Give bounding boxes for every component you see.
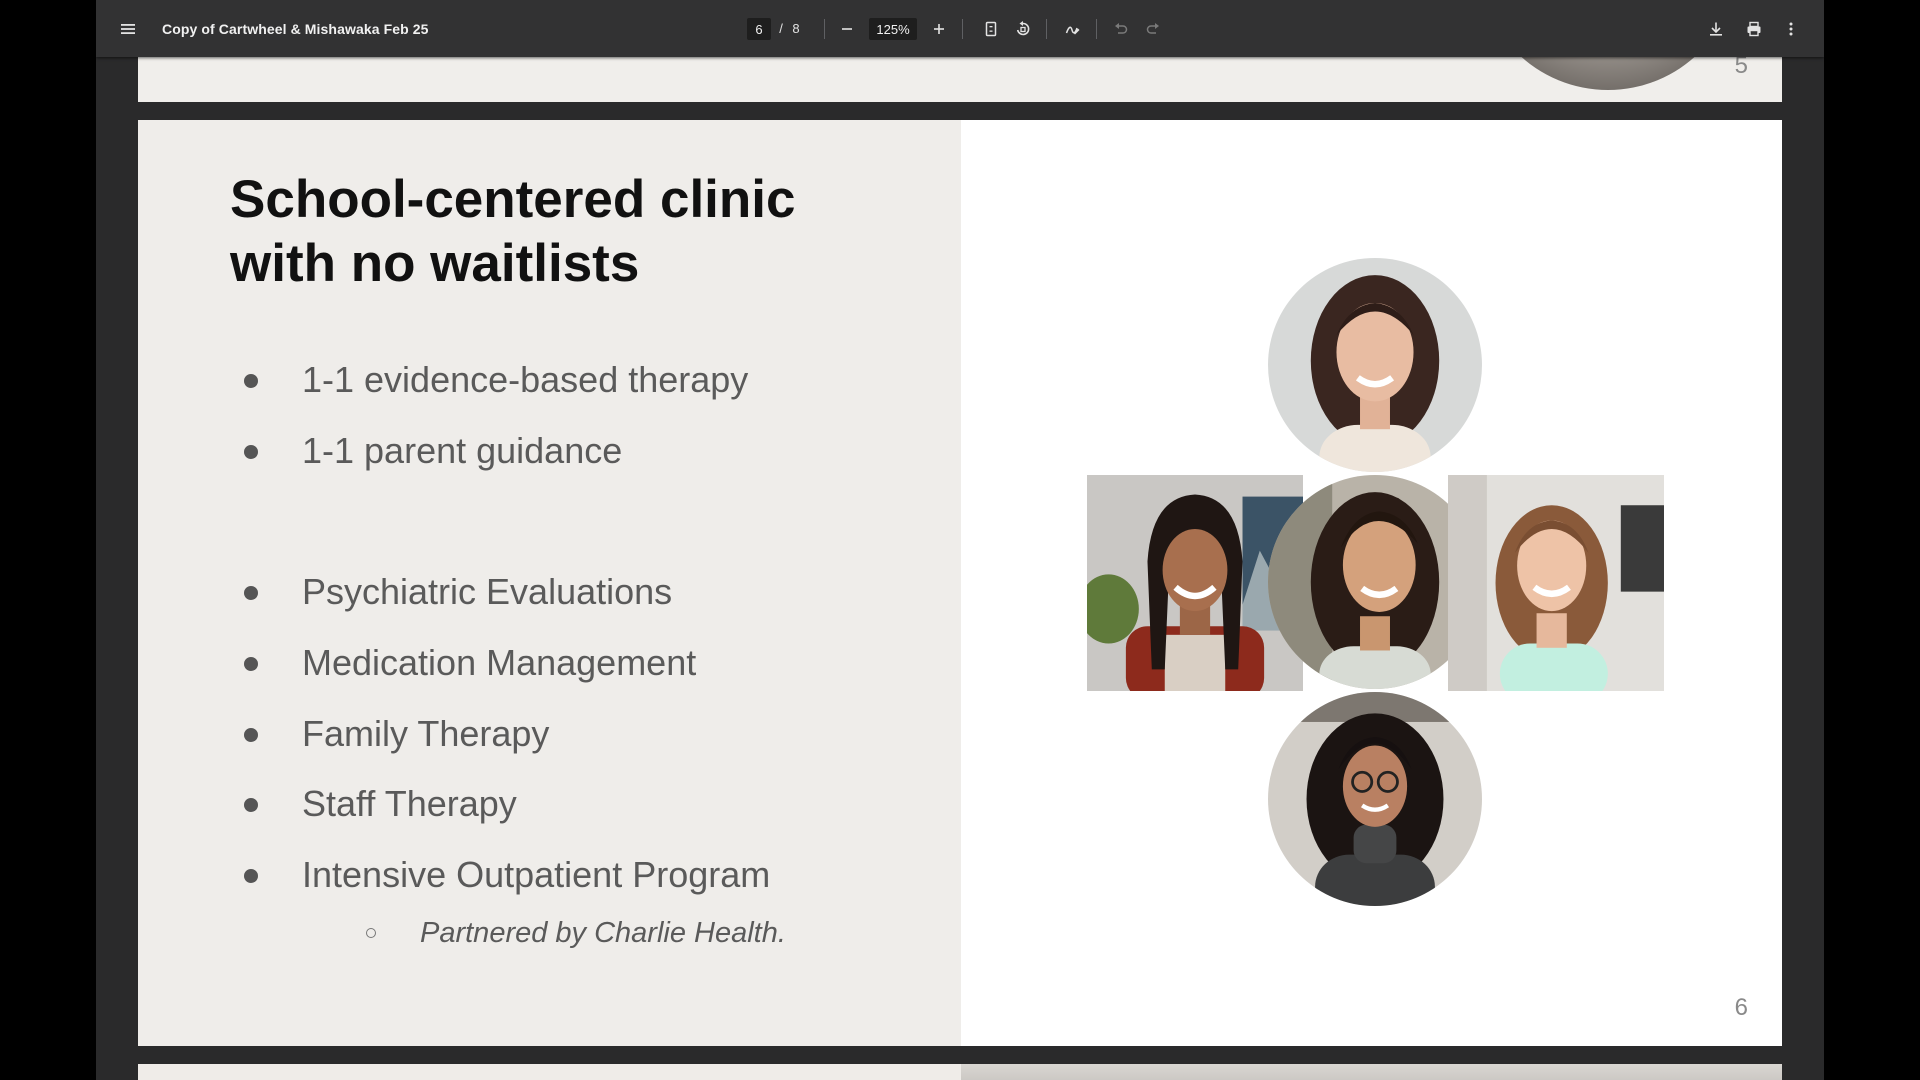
rotate-icon[interactable] bbox=[1008, 0, 1038, 57]
toolbar-divider bbox=[1046, 19, 1047, 39]
staff-photo-bottom bbox=[1268, 692, 1482, 906]
current-page-input[interactable]: 6 bbox=[747, 18, 771, 40]
undo-icon[interactable] bbox=[1106, 0, 1136, 57]
toolbar-divider bbox=[962, 19, 963, 39]
bullet-dot-icon bbox=[244, 869, 258, 883]
document-title: Copy of Cartwheel & Mishawaka Feb 25 bbox=[162, 20, 429, 37]
more-options-icon[interactable] bbox=[1776, 0, 1806, 57]
fit-page-icon[interactable] bbox=[976, 0, 1006, 57]
bullet-dot-icon bbox=[244, 798, 258, 812]
bullet-dot-icon bbox=[244, 445, 258, 459]
pdf-viewer: Copy of Cartwheel & Mishawaka Feb 25 6 /… bbox=[96, 0, 1824, 1080]
page-separator: / bbox=[779, 21, 783, 36]
page-7-image-peek bbox=[961, 1064, 1782, 1080]
pdf-page-7 bbox=[138, 1064, 1782, 1080]
viewer-toolbar: Copy of Cartwheel & Mishawaka Feb 25 6 /… bbox=[96, 0, 1824, 57]
staff-photo-top bbox=[1268, 258, 1482, 472]
slide-text-panel: School-centered clinic with no waitlists… bbox=[138, 120, 961, 1046]
zoom-in-icon[interactable] bbox=[924, 0, 954, 57]
zoom-level-input[interactable]: 125% bbox=[869, 18, 917, 40]
bullet-dot-icon bbox=[244, 657, 258, 671]
staff-photo-right bbox=[1448, 475, 1664, 691]
slide-title-line-2: with no waitlists bbox=[230, 234, 640, 293]
pdf-page-6: School-centered clinic with no waitlists… bbox=[138, 120, 1782, 1046]
toolbar-divider bbox=[824, 19, 825, 39]
redo-icon[interactable] bbox=[1138, 0, 1168, 57]
slide-title-line-1: School-centered clinic bbox=[230, 170, 796, 229]
print-icon[interactable] bbox=[1739, 0, 1769, 57]
annotate-icon[interactable] bbox=[1058, 0, 1088, 57]
download-icon[interactable] bbox=[1701, 0, 1731, 57]
toolbar-divider bbox=[1096, 19, 1097, 39]
zoom-out-icon[interactable] bbox=[832, 0, 862, 57]
bullet-dot-icon bbox=[244, 374, 258, 388]
bullet-ring-icon bbox=[366, 928, 376, 938]
bullet-dot-icon bbox=[244, 728, 258, 742]
slide-title: School-centered clinic with no waitlists bbox=[230, 168, 930, 296]
bullet-dot-icon bbox=[244, 586, 258, 600]
menu-icon[interactable] bbox=[113, 0, 143, 57]
page-number: 6 bbox=[1734, 994, 1748, 1021]
total-pages: 8 bbox=[792, 21, 800, 36]
